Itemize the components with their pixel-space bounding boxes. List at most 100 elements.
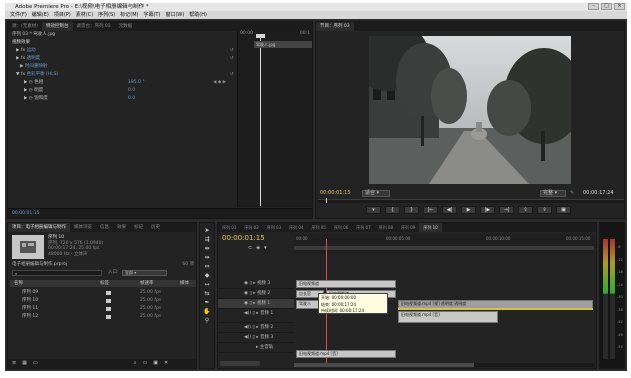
maximize-icon[interactable]: □	[601, 3, 612, 10]
playhead-handle[interactable]	[256, 34, 265, 38]
effect-row-motion[interactable]: ▶ fx 运动 ↺	[8, 47, 236, 55]
clip-audio-3[interactable]: 旧电视频道.mp4 [音]	[296, 350, 396, 358]
fit-dropdown[interactable]: 适合 ▾	[362, 190, 390, 197]
menu-help[interactable]: 帮助(H)	[189, 11, 207, 19]
track-header-audio-1[interactable]: ◀)) ▯ ▸ 音频 1	[218, 309, 294, 323]
menu-sequence[interactable]: 序列(S)	[98, 11, 115, 19]
column-fps[interactable]: 帧速率	[140, 280, 154, 287]
current-time[interactable]: 00:00:01:15	[12, 211, 39, 216]
tab-sequence-active[interactable]: 序列 10	[419, 223, 442, 232]
tab-sequence[interactable]: 序列 01	[218, 223, 240, 232]
column-media[interactable]: 媒体	[180, 280, 189, 287]
effect-row-opacity[interactable]: ▶ fx 透明度 ↺	[8, 55, 236, 63]
go-to-out-icon[interactable]: →|	[499, 206, 514, 214]
list-item[interactable]: 序列 10 25.00 fps	[10, 297, 196, 305]
timeline-scrollbar[interactable]	[294, 363, 594, 367]
pen-tool-icon[interactable]: ✒	[204, 299, 209, 306]
tab-program[interactable]: 节目：序列 03	[316, 22, 354, 31]
column-name[interactable]: 名称	[14, 280, 23, 287]
tab-markers[interactable]: 标记	[130, 223, 147, 232]
tab-project[interactable]: 项目：电子相册编辑与制作	[8, 223, 70, 232]
tab-effect-controls[interactable]: 特效控制台	[42, 22, 73, 31]
list-item[interactable]: 序列 11 25.00 fps	[10, 305, 196, 313]
hand-tool-icon[interactable]: ✋	[203, 308, 210, 315]
wrench-icon[interactable]: ✎	[570, 189, 574, 198]
track-header-audio-3[interactable]: ◀)) ▯ ▸ 音频 3	[218, 333, 294, 343]
tab-history[interactable]: 历史	[147, 223, 164, 232]
marker-icon[interactable]: ◈	[256, 245, 260, 251]
param-value[interactable]: 0.0	[128, 95, 135, 103]
extract-icon[interactable]: ⇪	[537, 206, 552, 214]
track-select-tool-icon[interactable]: ⇶	[204, 236, 209, 243]
project-search-input[interactable]: ⌕	[12, 270, 102, 276]
set-in-icon[interactable]: {	[385, 206, 400, 214]
reset-icon[interactable]: ↺	[230, 55, 234, 63]
reset-icon[interactable]: ↺	[230, 47, 234, 55]
slip-tool-icon[interactable]: ↔	[204, 281, 209, 288]
step-forward-icon[interactable]: |▶	[480, 206, 495, 214]
minimize-icon[interactable]: –	[588, 3, 599, 10]
play-icon[interactable]: ▶	[461, 206, 476, 214]
lift-icon[interactable]: ⇧	[518, 206, 533, 214]
add-marker-icon[interactable]: ▾	[264, 245, 267, 251]
program-scrubber[interactable]	[318, 198, 624, 203]
tab-sequence[interactable]: 序列 04	[285, 223, 307, 232]
reset-icon[interactable]: ↺	[230, 71, 234, 79]
ripple-edit-tool-icon[interactable]: ⇼	[204, 245, 209, 252]
timeline-zoom-slider[interactable]	[220, 361, 260, 366]
list-view-icon[interactable]: ≡	[12, 359, 16, 368]
snap-icon[interactable]: ⊂	[248, 245, 252, 251]
track-header-video-3[interactable]: ◉ ▯ ▸ 视频 3	[218, 279, 294, 289]
tab-metadata[interactable]: 元数据	[115, 22, 137, 31]
razor-tool-icon[interactable]: ◆	[205, 272, 210, 279]
track-header-audio-2[interactable]: ◀)) ▯ ▸ 音频 2	[218, 323, 294, 333]
track-header-video-1[interactable]: ◉ ▯ ▸ 视频 1	[218, 299, 294, 309]
new-bin-icon[interactable]: ▭	[142, 359, 147, 368]
timeline-timecode[interactable]: 00:00:01:15	[222, 234, 265, 242]
menu-edit[interactable]: 编辑(E)	[32, 11, 49, 19]
menu-file[interactable]: 文件(F)	[10, 11, 27, 19]
work-area-bar[interactable]	[294, 246, 594, 250]
zoom-slider-icon[interactable]: ▭	[33, 359, 38, 368]
delete-icon[interactable]: ✕	[164, 359, 168, 368]
column-label[interactable]: 标签	[100, 280, 109, 287]
playhead[interactable]	[260, 34, 261, 206]
export-frame-icon[interactable]: ▣	[556, 206, 571, 214]
rolling-edit-tool-icon[interactable]: ⇹	[204, 254, 209, 261]
zoom-tool-icon[interactable]: ⚲	[205, 317, 209, 324]
param-value[interactable]: 0.0	[128, 87, 135, 95]
icon-view-icon[interactable]: ▦	[22, 359, 27, 368]
param-value[interactable]: 185.0 °	[128, 79, 145, 87]
tab-info[interactable]: 信息	[96, 223, 113, 232]
step-back-icon[interactable]: ◀|	[442, 206, 457, 214]
scrubber-playhead[interactable]	[326, 198, 327, 203]
set-out-icon[interactable]: }	[404, 206, 419, 214]
tab-sequence[interactable]: 序列 08	[375, 223, 397, 232]
effect-row-time-remap[interactable]: ▶ 时间重映射	[8, 63, 236, 71]
list-item[interactable]: 序列 12 25.00 fps	[10, 313, 196, 321]
tab-sequence[interactable]: 序列 03	[263, 223, 285, 232]
tab-effects[interactable]: 效果	[113, 223, 130, 232]
mark-in-icon[interactable]: ▾	[366, 206, 381, 214]
program-timecode-left[interactable]: 00:00:01:15	[320, 189, 351, 198]
menu-title[interactable]: 字幕(T)	[143, 11, 160, 19]
rate-stretch-tool-icon[interactable]: ⇔	[204, 263, 209, 270]
tab-sequence[interactable]: 序列 09	[397, 223, 419, 232]
tab-source[interactable]: 源：(无素材)	[8, 22, 42, 31]
go-to-in-icon[interactable]: |←	[423, 206, 438, 214]
menu-marker[interactable]: 标记(M)	[120, 11, 138, 19]
tab-audio-mixer[interactable]: 调音台：序列 03	[73, 22, 115, 31]
list-item[interactable]: 序列 09 25.00 fps	[10, 289, 196, 297]
keyframe-nav-icon[interactable]: ◀ ◆ ▶	[213, 79, 226, 87]
tab-sequence[interactable]: 序列 05	[308, 223, 330, 232]
track-header-video-2[interactable]: ◉ ▯ ▸ 视频 2	[218, 289, 294, 299]
entry-dropdown[interactable]: 全部 ▾	[122, 270, 167, 276]
tab-sequence[interactable]: 序列 06	[330, 223, 352, 232]
quality-dropdown[interactable]: 完整 ▾	[540, 190, 566, 197]
track-header-master[interactable]: ▸ 主音轨	[218, 343, 294, 353]
tab-sequence[interactable]: 序列 02	[240, 223, 262, 232]
clip-video-3[interactable]: 旧电视频道	[296, 280, 396, 288]
slide-tool-icon[interactable]: ⇆	[204, 290, 209, 297]
timeline-ruler[interactable]: 00:00 00:00:05:00 00:00:10:00 00:00:15:0…	[294, 234, 594, 254]
menu-clip[interactable]: 素材(C)	[76, 11, 93, 19]
